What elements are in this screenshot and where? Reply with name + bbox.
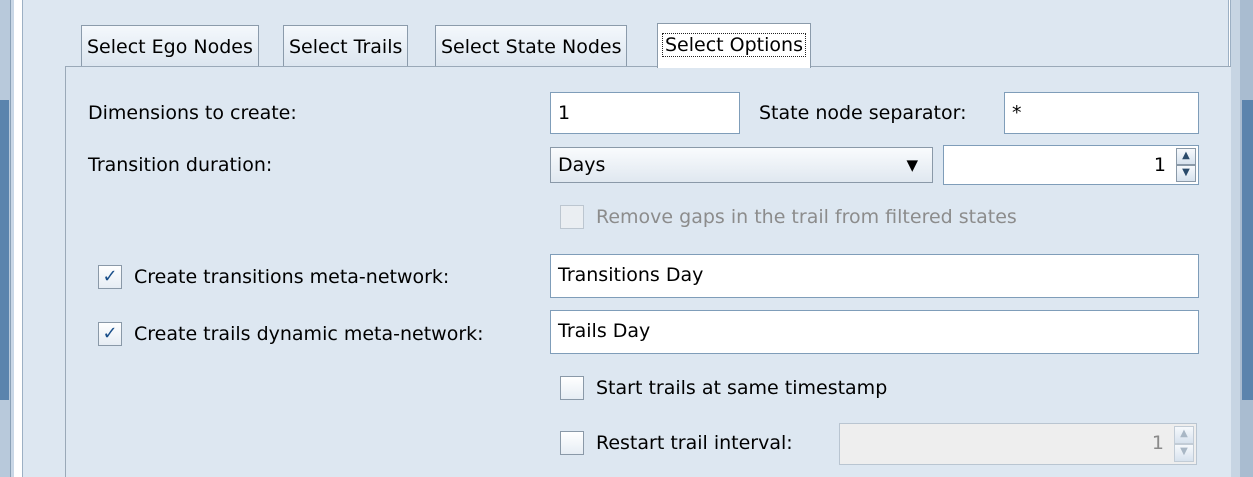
spin-up-icon[interactable]: ▲ xyxy=(1174,426,1194,444)
tab-select-trails[interactable]: Select Trails xyxy=(283,25,409,67)
spinner-buttons: ▲ ▼ xyxy=(1176,148,1196,182)
trails-checkbox[interactable]: ✓ xyxy=(98,322,122,346)
tab-label: Select Trails xyxy=(289,36,403,58)
restart-interval-value: 1 xyxy=(1151,432,1164,454)
tab-label: Select State Nodes xyxy=(441,36,622,58)
window-frame-left xyxy=(0,0,14,477)
start-same-checkbox[interactable] xyxy=(560,376,584,400)
trails-label: Create trails dynamic meta-network: xyxy=(134,323,484,345)
duration-label: Transition duration: xyxy=(88,154,273,176)
duration-unit-dropdown[interactable]: Days ▼ xyxy=(550,147,933,183)
chevron-down-icon: ▼ xyxy=(906,156,918,174)
duration-unit-value: Days xyxy=(558,154,606,176)
dimensions-field[interactable]: 1 xyxy=(550,92,740,134)
start-same-label: Start trails at same timestamp xyxy=(596,377,888,399)
tab-label: Select Options xyxy=(662,33,806,57)
spin-down-icon[interactable]: ▼ xyxy=(1176,165,1196,182)
separator-field[interactable]: * xyxy=(1004,92,1199,134)
spinner-buttons: ▲ ▼ xyxy=(1174,426,1194,462)
separator-label: State node separator: xyxy=(759,102,967,124)
tab-label: Select Ego Nodes xyxy=(87,36,253,58)
transitions-label: Create transitions meta-network: xyxy=(134,266,450,288)
spin-down-icon[interactable]: ▼ xyxy=(1174,444,1194,462)
dimensions-label: Dimensions to create: xyxy=(88,102,297,124)
remove-gaps-label: Remove gaps in the trail from filtered s… xyxy=(596,206,1017,228)
options-content: Dimensions to create: 1 State node separ… xyxy=(65,66,1231,477)
window-frame-right xyxy=(1230,0,1253,477)
duration-value: 1 xyxy=(1153,154,1166,176)
check-icon: ✓ xyxy=(102,266,118,287)
restart-interval-label: Restart trail interval: xyxy=(596,432,793,454)
tab-select-options[interactable]: Select Options xyxy=(657,23,811,68)
remove-gaps-checkbox[interactable] xyxy=(560,205,584,229)
transitions-name-field[interactable]: Transitions Day xyxy=(550,254,1199,298)
trails-name-field[interactable]: Trails Day xyxy=(550,310,1199,354)
tab-select-state-nodes[interactable]: Select State Nodes xyxy=(435,25,628,67)
duration-spinner[interactable]: 1 ▲ ▼ xyxy=(943,145,1199,185)
tab-select-ego-nodes[interactable]: Select Ego Nodes xyxy=(81,25,259,67)
transitions-checkbox[interactable]: ✓ xyxy=(98,265,122,289)
check-icon: ✓ xyxy=(102,323,118,344)
options-panel: Select Ego Nodes Select Trails Select St… xyxy=(22,0,1231,477)
spin-up-icon[interactable]: ▲ xyxy=(1176,148,1196,165)
restart-interval-checkbox[interactable] xyxy=(560,431,584,455)
restart-interval-spinner[interactable]: 1 ▲ ▼ xyxy=(839,423,1197,465)
